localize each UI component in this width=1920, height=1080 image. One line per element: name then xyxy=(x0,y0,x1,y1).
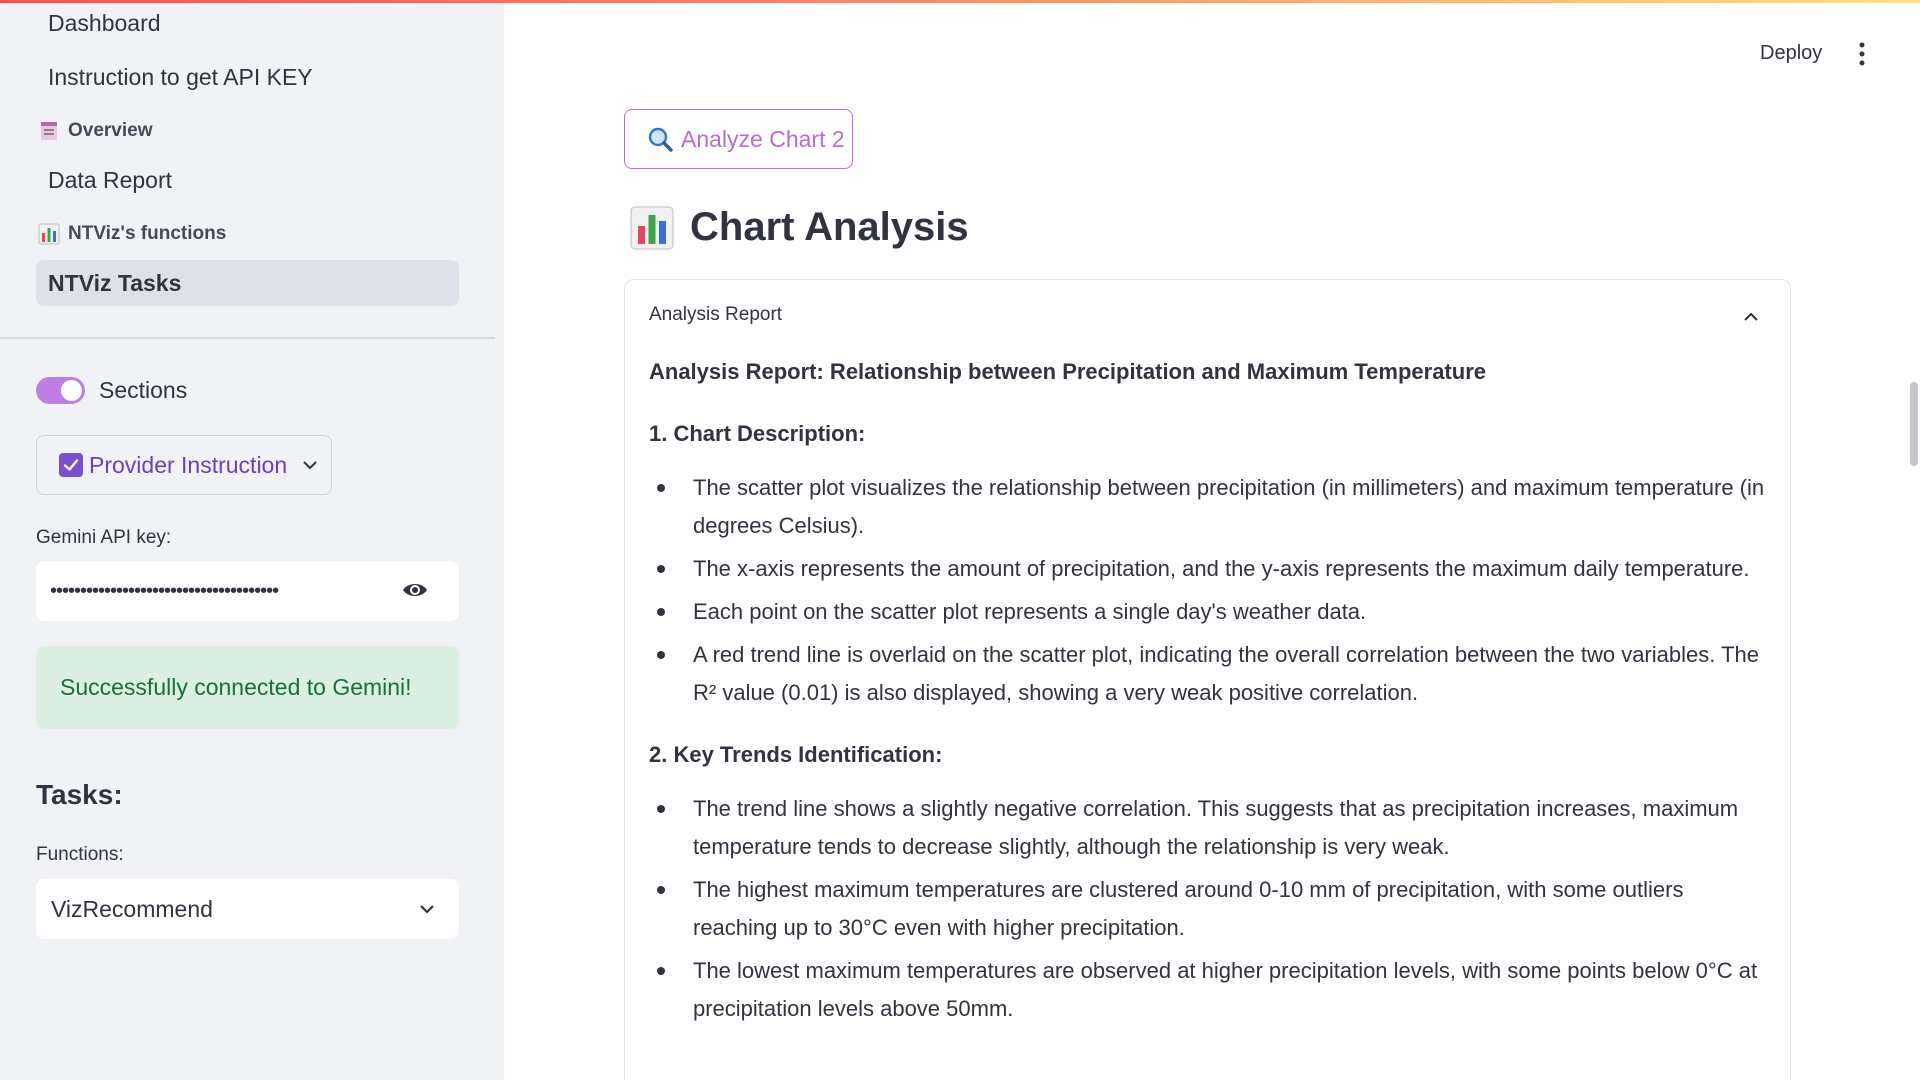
sections-toggle-label: Sections xyxy=(99,377,188,403)
section-title: 1. Chart Description: xyxy=(649,421,866,446)
chevron-down-icon xyxy=(420,905,434,914)
provider-instruction-label: Provider Instruction xyxy=(89,451,288,478)
notepad-icon xyxy=(41,122,57,140)
functions-selected-value: VizRecommend xyxy=(51,895,213,922)
expander-title[interactable]: Analysis Report xyxy=(649,304,782,326)
main-scrollbar[interactable] xyxy=(1910,382,1918,466)
bar-chart-icon xyxy=(38,223,60,245)
list-item: A red trend line is overlaid on the scat… xyxy=(649,636,1769,712)
list-item: Each point on the scatter plot represent… xyxy=(649,593,1769,631)
sidebar: Dashboard Instruction to get API KEY Ove… xyxy=(0,0,504,1080)
top-decoration-bar xyxy=(0,0,1920,3)
nav-section-functions: NTViz's functions xyxy=(38,223,226,245)
sections-toggle-row: Sections xyxy=(36,377,187,404)
list-item: The highest maximum temperatures are clu… xyxy=(649,871,1769,947)
api-key-field[interactable]: •••••••••••••••••••••••••••••••••••••• xyxy=(36,561,459,621)
sidebar-item-instruction[interactable]: Instruction to get API KEY xyxy=(36,54,459,100)
api-key-value: •••••••••••••••••••••••••••••••••••••• xyxy=(50,579,279,602)
sidebar-item-label: NTViz Tasks xyxy=(48,269,182,296)
provider-instruction-button[interactable]: Provider Instruction xyxy=(36,435,332,495)
sidebar-item-label: Data Report xyxy=(48,166,173,193)
more-options-icon[interactable] xyxy=(1852,40,1872,68)
checkbox-icon xyxy=(59,453,83,477)
sections-toggle[interactable] xyxy=(36,377,85,404)
chevron-up-icon[interactable] xyxy=(1740,306,1762,328)
sidebar-item-data-report[interactable]: Data Report xyxy=(36,157,459,203)
analysis-report-expander: Analysis Report Analysis Report: Relatio… xyxy=(624,279,1791,1080)
chevron-down-icon xyxy=(303,461,317,470)
success-message: Successfully connected to Gemini! xyxy=(60,674,412,700)
report-body: Analysis Report: Relationship between Pr… xyxy=(649,353,1769,1028)
tasks-heading: Tasks: xyxy=(36,779,123,810)
nav-section-overview: Overview xyxy=(38,120,153,142)
eye-icon[interactable] xyxy=(401,579,429,601)
api-key-label: Gemini API key: xyxy=(36,527,172,548)
list-item: The lowest maximum temperatures are obse… xyxy=(649,952,1769,1028)
analyze-chart-label: Analyze Chart 2 xyxy=(681,125,845,152)
bar-chart-icon xyxy=(630,206,674,249)
sidebar-divider xyxy=(0,337,495,339)
section2-list: The trend line shows a slightly negative… xyxy=(649,790,1769,1028)
section-title: 2. Key Trends Identification: xyxy=(649,742,943,767)
list-item: The scatter plot visualizes the relation… xyxy=(649,469,1769,545)
deploy-button[interactable]: Deploy xyxy=(1760,42,1822,65)
success-alert: Successfully connected to Gemini! xyxy=(36,646,459,729)
functions-label: Functions: xyxy=(36,844,124,865)
nav-section-label: Overview xyxy=(68,120,153,141)
nav-section-label: NTViz's functions xyxy=(68,223,227,244)
functions-select[interactable]: VizRecommend xyxy=(36,879,459,939)
page-title-text: Chart Analysis xyxy=(690,205,969,249)
sidebar-item-label: Dashboard xyxy=(48,9,161,36)
analyze-chart-button[interactable]: Analyze Chart 2 xyxy=(624,109,853,169)
sidebar-item-dashboard[interactable]: Dashboard xyxy=(36,0,459,46)
list-item: The trend line shows a slightly negative… xyxy=(649,790,1769,866)
list-item: The x-axis represents the amount of prec… xyxy=(649,550,1769,588)
report-heading: Analysis Report: Relationship between Pr… xyxy=(649,359,1486,384)
magnifier-icon xyxy=(648,127,673,152)
section1-list: The scatter plot visualizes the relation… xyxy=(649,469,1769,712)
sidebar-item-label: Instruction to get API KEY xyxy=(48,63,313,90)
page-title: Chart Analysis xyxy=(630,205,969,250)
sidebar-item-ntviz-tasks[interactable]: NTViz Tasks xyxy=(36,260,459,306)
